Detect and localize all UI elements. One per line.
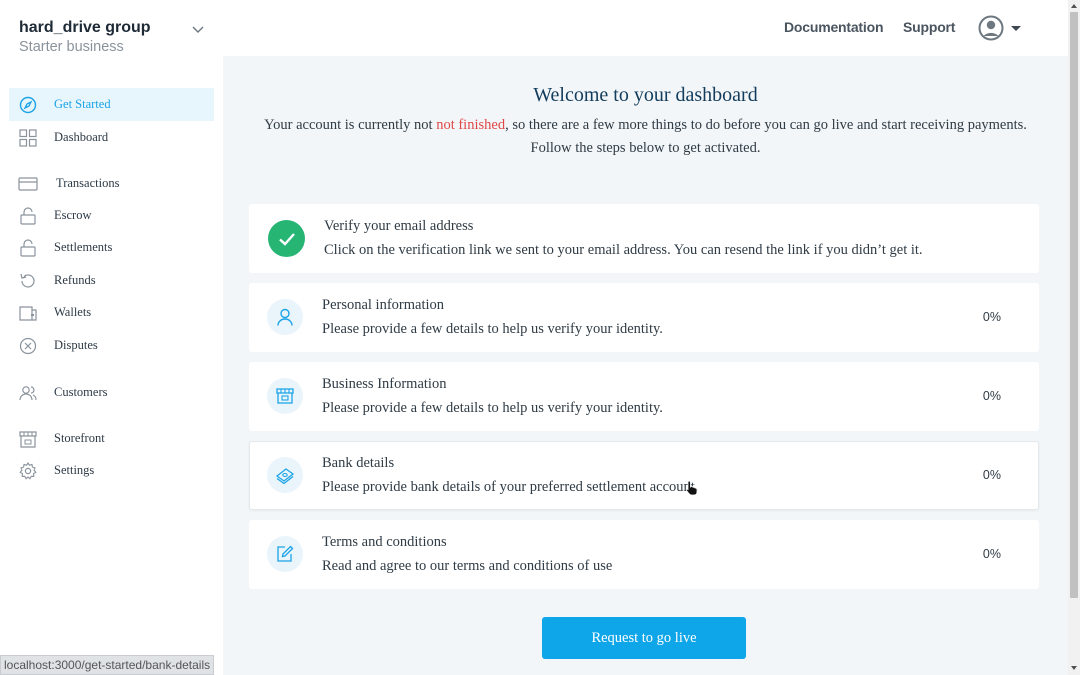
x-circle-icon (18, 336, 38, 356)
user-icon (267, 299, 303, 335)
scrollbar[interactable] (1068, 0, 1080, 675)
intro-after: , so there are a few more things to do b… (505, 117, 1027, 133)
intro-line-2: Follow the steps below to get activated. (530, 139, 761, 156)
step-title: Terms and conditions (322, 534, 447, 550)
sidebar-item-refunds[interactable]: Refunds (9, 264, 214, 297)
step-desc: Read and agree to our terms and conditio… (322, 558, 613, 574)
sidebar-item-disputes[interactable]: Disputes (9, 329, 214, 362)
sidebar-item-label: Wallets (54, 305, 92, 319)
chevron-down-icon (192, 26, 204, 33)
sidebar-item-label: Customers (54, 385, 108, 399)
account-menu[interactable] (978, 15, 1024, 41)
link-preview-url: localhost:3000/get-started/bank-details (0, 655, 215, 675)
org-plan: Starter business (19, 39, 124, 55)
sidebar-item-settlements[interactable]: Settlements (9, 231, 214, 264)
step-personal-information[interactable]: Personal information Please provide a fe… (249, 283, 1039, 352)
step-progress: 0% (982, 310, 1001, 324)
check-icon (268, 220, 305, 257)
compass-icon (18, 95, 38, 115)
step-desc: Please provide bank details of your pref… (322, 479, 699, 495)
sidebar-item-label: Storefront (54, 431, 105, 445)
refund-icon (18, 271, 38, 291)
step-desc: Click on the verification link we sent t… (324, 242, 923, 258)
unlock-icon (18, 206, 38, 226)
sidebar-item-label: Refunds (54, 273, 96, 287)
step-business-information[interactable]: Business Information Please provide a fe… (249, 362, 1039, 431)
sidebar-item-customers[interactable]: Customers (9, 376, 214, 409)
step-title: Personal information (322, 297, 445, 313)
sidebar-item-storefront[interactable]: Storefront (9, 422, 214, 455)
edit-icon (267, 536, 303, 572)
top-header: Documentation Support (223, 0, 1068, 56)
sidebar-item-settings[interactable]: Settings (9, 454, 214, 487)
users-icon (18, 383, 38, 403)
intro-before: Your account is currently not (264, 117, 437, 133)
step-title: Business Information (322, 376, 447, 392)
sidebar-item-label: Dashboard (54, 130, 109, 144)
main-content: Welcome to your dashboard Your account i… (223, 56, 1068, 675)
sidebar-item-dashboard[interactable]: Dashboard (9, 121, 214, 154)
step-desc: Please provide a few details to help us … (322, 400, 663, 416)
status-warning: not finished (436, 117, 506, 133)
sidebar-item-label: Settlements (54, 240, 113, 254)
documentation-link[interactable]: Documentation (784, 19, 883, 35)
sidebar-item-transactions[interactable]: Transactions (9, 167, 214, 200)
grid-icon (18, 128, 38, 148)
step-verify-email[interactable]: Verify your email address Click on the v… (249, 204, 1039, 273)
gear-icon (18, 461, 38, 481)
sidebar: hard_drive group Starter business Get St… (0, 0, 223, 675)
avatar-icon (978, 15, 1004, 41)
wallet-icon (18, 303, 38, 323)
sidebar-item-label: Disputes (54, 338, 98, 352)
sidebar-item-escrow[interactable]: Escrow (9, 199, 214, 232)
scroll-thumb[interactable] (1070, 12, 1078, 598)
scroll-up-icon[interactable] (1070, 2, 1078, 10)
org-switcher[interactable]: hard_drive group Starter business (19, 18, 209, 58)
step-progress: 0% (982, 547, 1001, 561)
step-terms-and-conditions[interactable]: Terms and conditions Read and agree to o… (249, 520, 1039, 589)
step-bank-details[interactable]: Bank details Please provide bank details… (249, 441, 1039, 510)
request-go-live-button[interactable]: Request to go live (542, 617, 746, 659)
step-title: Bank details (322, 455, 395, 471)
caret-down-icon (1011, 26, 1021, 31)
support-link[interactable]: Support (903, 19, 955, 35)
step-title: Verify your email address (324, 218, 474, 234)
sidebar-item-label: Get Started (54, 97, 111, 111)
unlock-icon (18, 238, 38, 258)
sidebar-item-label: Escrow (54, 208, 92, 222)
scroll-down-icon[interactable] (1070, 664, 1078, 672)
org-name: hard_drive group (19, 19, 151, 36)
step-desc: Please provide a few details to help us … (322, 321, 663, 337)
sidebar-item-get-started[interactable]: Get Started (9, 88, 214, 121)
sidebar-item-label: Transactions (56, 176, 120, 190)
hand-cursor-icon (685, 480, 698, 496)
sidebar-item-wallets[interactable]: Wallets (9, 296, 214, 329)
money-icon (267, 457, 303, 493)
store-icon (267, 378, 303, 414)
store-icon (18, 429, 38, 449)
sidebar-item-label: Settings (54, 463, 95, 477)
card-icon (18, 174, 38, 194)
step-progress: 0% (982, 389, 1001, 403)
step-progress: 0% (982, 468, 1001, 482)
page-title: Welcome to your dashboard (533, 84, 758, 106)
intro-text: Your account is currently not not finish… (223, 114, 1068, 159)
